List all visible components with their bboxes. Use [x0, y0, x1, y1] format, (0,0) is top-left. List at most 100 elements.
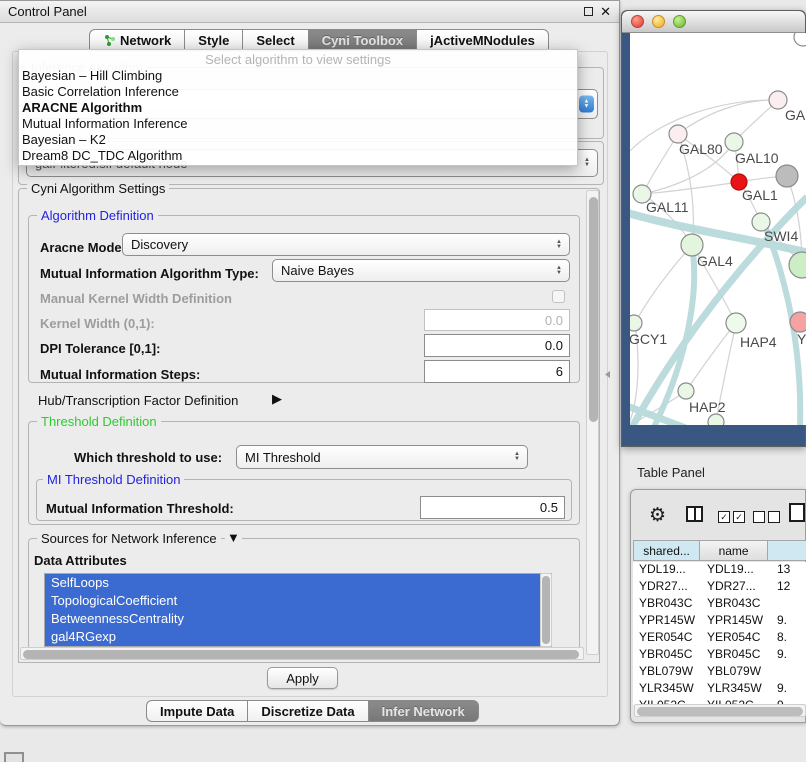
tab-select[interactable]: Select: [242, 29, 307, 51]
network-graph: GAL GAL80 GAL10 GAL1 GAL11 SWI4 GAL4 GCY…: [630, 33, 806, 425]
mi-algorithm-type-value: Naive Bayes: [281, 263, 354, 278]
column-header-partial[interactable]: [768, 541, 806, 560]
table-panel-title: Table Panel: [637, 465, 705, 480]
algorithm-dropdown-popup: Select algorithm to view settings Bayesi…: [18, 49, 578, 166]
node-label: GAL11: [646, 199, 689, 215]
tab-cyni-toolbox[interactable]: Cyni Toolbox: [308, 29, 416, 51]
data-attributes-list: SelfLoops TopologicalCoefficient Between…: [44, 573, 552, 647]
network-node[interactable]: [789, 252, 806, 278]
cyni-bottom-tabs: Impute Data Discretize Data Infer Networ…: [146, 700, 479, 722]
node-label: HAP2: [689, 399, 726, 415]
network-node[interactable]: [790, 312, 806, 332]
network-node[interactable]: [708, 414, 724, 425]
node-label: GAL: [785, 107, 806, 123]
mi-threshold-definition-legend: MI Threshold Definition: [43, 472, 184, 487]
tab-discretize-data[interactable]: Discretize Data: [247, 700, 367, 722]
table-header: shared... name: [633, 540, 806, 561]
combo-stepper-icon: ▲▼: [556, 240, 562, 250]
table-row[interactable]: YER054C YER054C 8.: [633, 630, 806, 647]
tab-jactivemnodules-label: jActiveMNodules: [430, 33, 535, 48]
popup-item[interactable]: Basic Correlation Inference: [19, 84, 577, 100]
close-traffic-light-icon[interactable]: [631, 15, 644, 28]
mi-steps-value: 6: [556, 364, 563, 379]
tab-infer-network[interactable]: Infer Network: [368, 700, 479, 722]
kernel-width-label: Kernel Width (0,1):: [40, 316, 155, 331]
list-scrollbar[interactable]: [540, 573, 552, 647]
tab-jactivemnodules[interactable]: jActiveMNodules: [416, 29, 549, 51]
network-window-titlebar[interactable]: [622, 11, 805, 33]
dpi-tolerance-value: 0.0: [545, 338, 563, 353]
dpi-tolerance-label: DPI Tolerance [0,1]:: [40, 341, 160, 356]
list-item[interactable]: BetweennessCentrality: [45, 610, 551, 628]
table-row[interactable]: YBR045C YBR045C 9.: [633, 647, 806, 664]
cyni-settings-legend: Cyni Algorithm Settings: [27, 181, 169, 196]
kernel-width-field[interactable]: 0.0: [424, 309, 570, 331]
mi-steps-label: Mutual Information Steps:: [40, 367, 200, 382]
column-header-name[interactable]: name: [700, 541, 768, 560]
data-attributes-label: Data Attributes: [34, 553, 127, 568]
minimized-panel-icon[interactable]: [4, 752, 24, 762]
split-columns-icon[interactable]: [686, 506, 703, 522]
node-label: HAP4: [740, 334, 777, 350]
table-row[interactable]: YDR27... YDR27... 12: [633, 579, 806, 596]
table-row[interactable]: YPR145W YPR145W 9.: [633, 613, 806, 630]
column-header-shared-name[interactable]: shared...: [634, 541, 700, 560]
dpi-tolerance-field[interactable]: 0.0: [424, 334, 570, 357]
mi-threshold-value: 0.5: [540, 500, 558, 515]
network-canvas[interactable]: GAL GAL80 GAL10 GAL1 GAL11 SWI4 GAL4 GCY…: [630, 33, 806, 425]
apply-button[interactable]: Apply: [267, 667, 338, 689]
tab-style[interactable]: Style: [184, 29, 242, 51]
popup-item[interactable]: Bayesian – K2: [19, 132, 577, 148]
table-row[interactable]: YDL19... YDL19... 13: [633, 562, 806, 579]
popup-item[interactable]: Dream8 DC_TDC Algorithm: [19, 148, 577, 164]
combo-stepper-icon: ▲▼: [514, 452, 520, 462]
tab-cyni-toolbox-label: Cyni Toolbox: [322, 33, 403, 48]
network-node[interactable]: [630, 315, 642, 331]
combo-stepper-icon: ▲▼: [579, 96, 594, 113]
hub-section-label[interactable]: Hub/Transcription Factor Definition: [38, 393, 238, 408]
network-node[interactable]: [678, 383, 694, 399]
zoom-traffic-light-icon[interactable]: [673, 15, 686, 28]
settings-horizontal-scrollbar[interactable]: [20, 647, 584, 660]
popup-item-selected[interactable]: ARACNE Algorithm: [19, 100, 577, 116]
tab-discretize-data-label: Discretize Data: [261, 704, 354, 719]
popup-item[interactable]: Bayesian – Hill Climbing: [19, 68, 577, 84]
float-window-icon[interactable]: [584, 7, 593, 16]
control-panel-titlebar[interactable]: Control Panel ✕: [0, 1, 619, 23]
popup-item[interactable]: Mutual Information Inference: [19, 116, 577, 132]
checked-columns-icon[interactable]: ✓✓: [718, 511, 745, 523]
table-horizontal-scrollbar[interactable]: [634, 704, 806, 717]
table-row[interactable]: YBR043C YBR043C: [633, 596, 806, 613]
settings-vertical-scrollbar[interactable]: [586, 190, 599, 655]
manual-kernel-width-checkbox[interactable]: [552, 290, 565, 303]
network-node[interactable]: [794, 33, 806, 46]
document-icon[interactable]: [789, 503, 805, 522]
close-icon[interactable]: ✕: [600, 5, 611, 18]
gear-icon[interactable]: ⚙: [649, 504, 666, 527]
unchecked-columns-icon[interactable]: [753, 511, 780, 523]
manual-kernel-width-label: Manual Kernel Width Definition: [40, 291, 232, 306]
minimize-traffic-light-icon[interactable]: [652, 15, 665, 28]
list-item[interactable]: SelfLoops: [45, 574, 551, 592]
aracne-mode-combo[interactable]: Discovery ▲▼: [122, 233, 570, 256]
threshold-definition-legend: Threshold Definition: [37, 414, 161, 429]
network-node[interactable]: [725, 133, 743, 151]
control-panel-title: Control Panel: [8, 4, 87, 19]
mi-threshold-field[interactable]: 0.5: [420, 496, 565, 519]
tab-impute-data-label: Impute Data: [160, 704, 234, 719]
list-item[interactable]: gal4RGexp: [45, 628, 551, 646]
tab-network[interactable]: Network: [89, 29, 184, 51]
control-panel-tabs: Network Style Select Cyni Toolbox jActiv…: [89, 29, 549, 51]
list-item[interactable]: TopologicalCoefficient: [45, 592, 551, 610]
expand-arrow-icon[interactable]: ▶: [272, 391, 282, 407]
collapse-arrow-icon[interactable]: ▼: [225, 530, 242, 545]
mi-steps-field[interactable]: 6: [424, 360, 570, 383]
network-node[interactable]: [776, 165, 798, 187]
which-threshold-combo[interactable]: MI Threshold ▲▼: [236, 445, 528, 469]
tab-impute-data[interactable]: Impute Data: [146, 700, 247, 722]
network-node[interactable]: [726, 313, 746, 333]
desktop: Control Panel ✕ Network Style: [0, 0, 806, 762]
table-row[interactable]: YLR345W YLR345W 9.: [633, 681, 806, 698]
mi-algorithm-type-combo[interactable]: Naive Bayes ▲▼: [272, 259, 570, 282]
table-row[interactable]: YBL079W YBL079W: [633, 664, 806, 681]
